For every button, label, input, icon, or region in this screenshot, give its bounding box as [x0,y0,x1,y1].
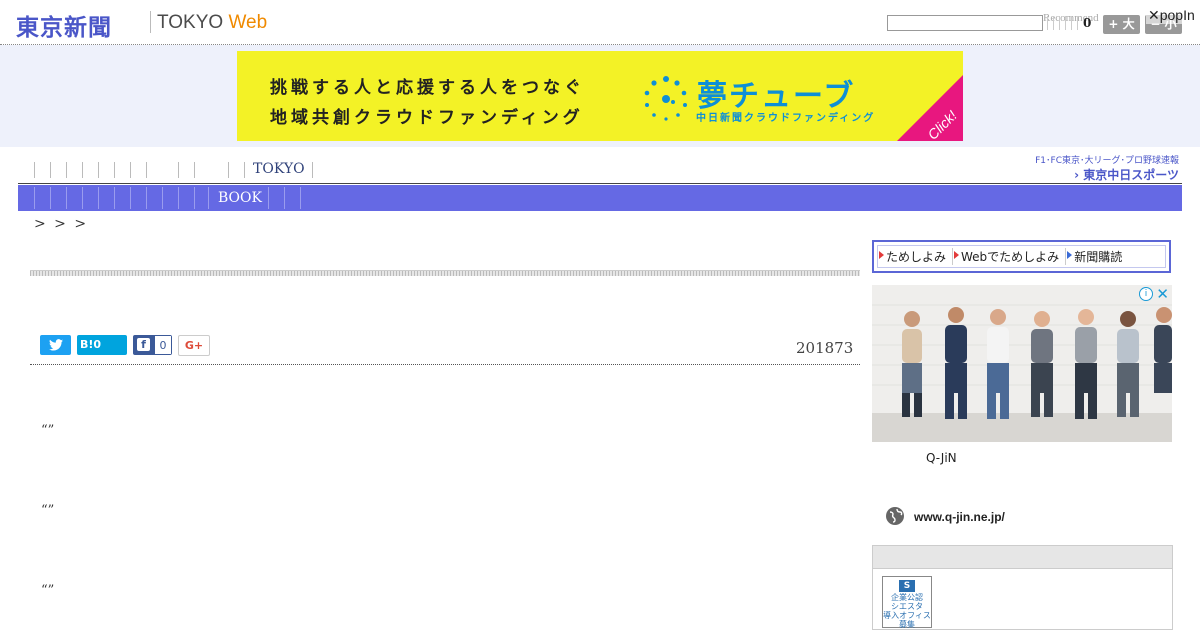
breadcrumb[interactable]: > > > [34,216,88,232]
facebook-icon: f [137,338,150,351]
nav-item[interactable] [50,162,51,178]
search-input[interactable] [887,15,1043,31]
nav-divider [18,183,1182,184]
siesta-badge-text: 企業公認 シエスタ 導入オフィス 募集 [883,593,931,629]
nav-item[interactable] [66,162,67,178]
category-item-book[interactable]: BOOK [218,190,262,206]
banner-headline-1: 挑戦する人と応援する人をつなぐ [270,78,585,98]
category-item[interactable] [162,187,163,209]
category-item[interactable] [208,187,209,209]
business-people-photo [872,285,1172,442]
category-item[interactable] [268,187,269,209]
article-quote: “” [41,423,55,438]
article-quote: “” [41,503,55,518]
hatena-bookmark-button[interactable]: B!0 [77,335,127,355]
banner-brand-sub: 中日新聞クラウドファンディング [696,113,876,124]
site-logo[interactable]: 東京新聞 [16,8,112,42]
ad-close-icon[interactable]: ✕ [1156,285,1169,303]
dots-logo-icon [644,76,687,121]
nav-item[interactable] [178,162,179,178]
category-item[interactable] [300,187,301,209]
ad-info-icon[interactable]: i [1139,287,1153,301]
article-date: 201873 [796,339,854,357]
category-item[interactable] [130,187,131,209]
subscribe-link[interactable]: 新聞購読 [1066,248,1128,265]
popin-close-button[interactable]: ✕popIn [1146,7,1197,24]
category-item[interactable] [178,187,179,209]
nav-item[interactable] [312,162,313,178]
recommend-count: 0 [1083,16,1092,30]
primary-nav [18,160,918,180]
category-item[interactable] [66,187,67,209]
crowdfunding-banner[interactable]: 挑戦する人と応援する人をつなぐ 地域共創クラウドファンディング 夢チューブ 中日… [237,51,963,141]
logo-tokyo-text: TOKYO [157,12,224,33]
sidebar-widget-header [873,546,1172,569]
logo-divider [150,11,151,33]
twitter-icon [48,339,63,351]
article-quote: “” [41,583,55,598]
nav-item[interactable] [194,162,195,178]
banner-headline-2: 地域共創クラウドファンディング [270,108,584,128]
nav-item[interactable] [146,162,147,178]
subscription-links: ためしよみ Webでためしよみ 新聞購読 [877,245,1166,268]
category-nav-bar [18,185,1182,211]
facebook-share-count: 0 [155,336,171,354]
nav-item[interactable] [130,162,131,178]
nav-item[interactable] [228,162,229,178]
globe-icon [886,507,904,525]
chunichi-sports-link[interactable]: F1･FC東京･大リーグ･プロ野球速報 › 東京中日スポーツ [1027,153,1179,183]
nav-item[interactable] [244,162,245,178]
web-trial-read-link[interactable]: Webでためしよみ [953,248,1067,265]
category-item[interactable] [284,187,285,209]
sports-link-title: › 東京中日スポーツ [1074,168,1179,182]
sports-link-caption: F1･FC東京･大リーグ･プロ野球速報 [1035,156,1179,166]
facebook-share-button[interactable]: f 0 [133,335,172,355]
category-item[interactable] [34,187,35,209]
nav-item[interactable] [114,162,115,178]
logo-web-text: Web [228,12,268,33]
category-item[interactable] [98,187,99,209]
nav-item[interactable] [98,162,99,178]
ad-url-link[interactable]: www.q-jin.ne.jp/ [914,510,1005,524]
font-size-up-button[interactable]: + 大 [1103,15,1140,34]
trial-read-link[interactable]: ためしよみ [878,248,954,265]
siesta-office-badge[interactable]: S 企業公認 シエスタ 導入オフィス 募集 [882,576,932,629]
site-logo-web[interactable]: TOKYO Web [157,12,267,34]
category-item[interactable] [82,187,83,209]
subscription-links-box: ためしよみ Webでためしよみ 新聞購読 [872,240,1171,273]
article-header-divider [30,364,860,365]
nav-item-tokyo[interactable]: TOKYO [253,161,305,177]
sidebar-ad-image[interactable]: i ✕ [872,285,1172,442]
nav-item[interactable] [34,162,35,178]
twitter-share-button[interactable] [40,335,71,355]
category-item[interactable] [146,187,147,209]
sidebar-widget: S 企業公認 シエスタ 導入オフィス 募集 [872,545,1173,630]
category-item[interactable] [194,187,195,209]
category-item[interactable] [50,187,51,209]
siesta-logo-icon: S [899,580,915,592]
recommend-bar [1047,16,1083,30]
category-item[interactable] [114,187,115,209]
nav-item[interactable] [82,162,83,178]
googleplus-share-button[interactable]: G+ [178,335,210,356]
article-title-rule [30,270,860,276]
ad-source[interactable]: Q-JiN [926,451,957,465]
